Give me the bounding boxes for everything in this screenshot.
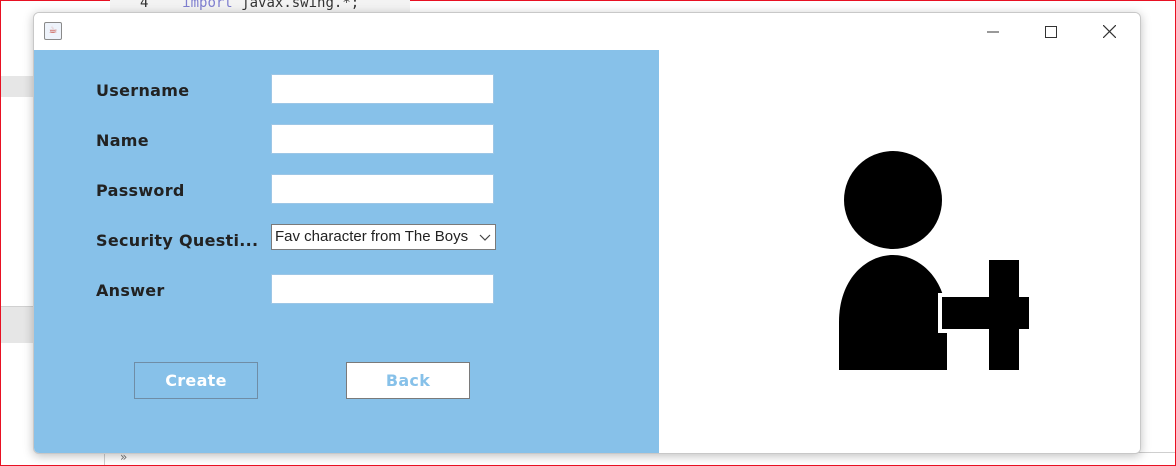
close-icon bbox=[1102, 25, 1116, 38]
security-question-select[interactable]: Fav character from The Boys bbox=[271, 224, 496, 250]
java-app-icon: ☕ bbox=[44, 22, 62, 40]
chevron-down-icon bbox=[479, 234, 491, 241]
background-code-line: 4 import javax.swing.*; bbox=[140, 0, 359, 11]
username-input[interactable] bbox=[271, 74, 494, 104]
form-panel: Username Name Password Security Questi..… bbox=[34, 50, 659, 453]
name-label: Name bbox=[96, 131, 149, 150]
maximize-icon bbox=[1045, 25, 1057, 38]
maximize-button[interactable] bbox=[1022, 13, 1080, 50]
password-label: Password bbox=[96, 181, 185, 200]
create-account-window: ☕ Username Name Password Security Questi… bbox=[33, 12, 1141, 454]
minimize-icon bbox=[987, 31, 999, 32]
create-button[interactable]: Create bbox=[134, 362, 258, 399]
username-label: Username bbox=[96, 81, 190, 100]
minimize-button[interactable] bbox=[964, 13, 1022, 50]
security-question-selected: Fav character from The Boys bbox=[275, 228, 469, 245]
back-button[interactable]: Back bbox=[346, 362, 470, 399]
background-code-text: javax.swing.*; bbox=[241, 0, 360, 11]
answer-input[interactable] bbox=[271, 274, 494, 304]
answer-label: Answer bbox=[96, 281, 165, 300]
background-code-keyword: import bbox=[182, 0, 233, 11]
background-panel-tab bbox=[1, 76, 33, 97]
add-user-icon bbox=[839, 151, 1029, 370]
illustration-panel bbox=[659, 50, 1140, 453]
background-line-number: 4 bbox=[140, 0, 149, 11]
title-bar[interactable]: ☕ bbox=[34, 13, 1140, 50]
password-input[interactable] bbox=[271, 174, 494, 204]
background-panel-block bbox=[1, 306, 33, 343]
name-input[interactable] bbox=[271, 124, 494, 154]
close-button[interactable] bbox=[1080, 13, 1138, 50]
security-question-label: Security Questi... bbox=[96, 231, 259, 250]
